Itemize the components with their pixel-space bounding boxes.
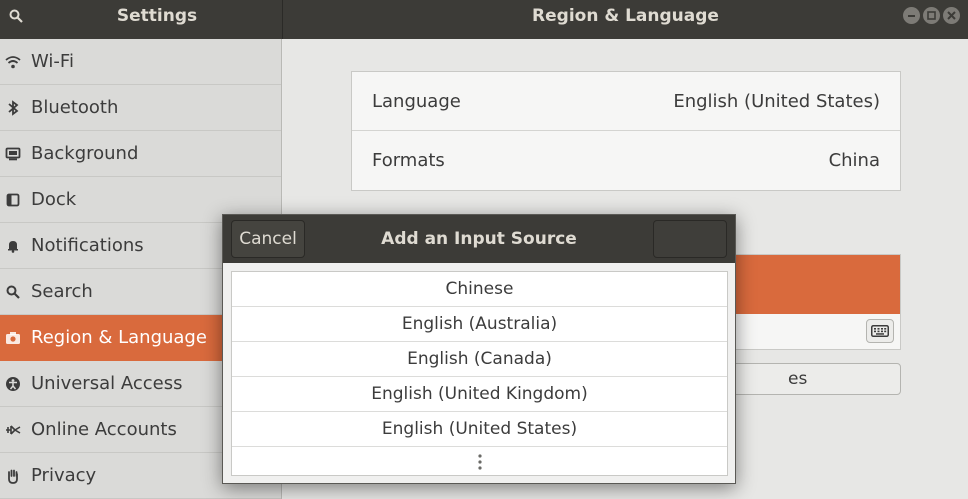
- sidebar-item-label: Region & Language: [31, 327, 207, 348]
- keyboard-layout-button[interactable]: [866, 319, 894, 343]
- maximize-icon: [927, 11, 936, 20]
- background-icon: [0, 147, 26, 161]
- sidebar-item-label: Bluetooth: [31, 97, 119, 118]
- language-formats-frame: Language English (United States) Formats…: [351, 71, 901, 191]
- settings-title: Settings: [116, 6, 198, 26]
- online-accounts-icon: [0, 423, 26, 437]
- language-row[interactable]: Language English (United States): [352, 72, 900, 131]
- sidebar-item-label: Background: [31, 143, 139, 164]
- sidebar-item-bluetooth[interactable]: Bluetooth: [0, 85, 281, 131]
- wifi-icon: [0, 55, 26, 69]
- list-item[interactable]: Chinese: [232, 272, 727, 307]
- add-button[interactable]: [653, 220, 727, 258]
- search-button[interactable]: [0, 0, 32, 32]
- bell-icon: [0, 239, 26, 253]
- sidebar-item-label: Online Accounts: [31, 419, 177, 440]
- hand-icon: [0, 468, 26, 484]
- formats-row[interactable]: Formats China: [352, 131, 900, 190]
- sidebar-item-label: Search: [31, 281, 93, 302]
- sidebar-item-label: Notifications: [31, 235, 144, 256]
- cancel-button[interactable]: Cancel: [231, 220, 305, 258]
- more-row[interactable]: [232, 447, 727, 477]
- sidebar-item-label: Wi-Fi: [31, 51, 74, 72]
- list-item[interactable]: English (Canada): [232, 342, 727, 377]
- dock-icon: [0, 193, 26, 207]
- sidebar-item-label: Dock: [31, 189, 77, 210]
- list-item[interactable]: English (United Kingdom): [232, 377, 727, 412]
- search-icon: [0, 285, 26, 299]
- minimize-icon: [908, 15, 915, 17]
- sidebar-item-label: Privacy: [31, 465, 97, 486]
- language-label: Language: [372, 90, 461, 112]
- more-icon: [477, 454, 482, 470]
- sidebar-item-background[interactable]: Background: [0, 131, 281, 177]
- header-bar: Settings Region & Language: [0, 0, 968, 39]
- language-value: English (United States): [673, 90, 880, 112]
- bluetooth-icon: [0, 99, 26, 116]
- accessibility-icon: [0, 376, 26, 392]
- panel-title: Region & Language: [532, 6, 719, 26]
- sidebar-item-wifi[interactable]: Wi-Fi: [0, 39, 281, 85]
- search-icon: [9, 9, 23, 23]
- add-input-source-dialog: Cancel Add an Input Source Chinese Engli…: [222, 214, 736, 484]
- close-button[interactable]: [943, 7, 960, 24]
- options-button-label: es: [788, 369, 808, 389]
- close-icon: [947, 11, 956, 20]
- formats-value: China: [828, 150, 880, 171]
- minimize-button[interactable]: [903, 7, 920, 24]
- window-controls: [903, 7, 960, 24]
- keyboard-icon: [871, 325, 889, 337]
- sidebar-item-label: Universal Access: [31, 373, 183, 394]
- list-item[interactable]: English (Australia): [232, 307, 727, 342]
- input-source-list: Chinese English (Australia) English (Can…: [231, 271, 728, 476]
- list-item[interactable]: English (United States): [232, 412, 727, 447]
- formats-label: Formats: [372, 150, 445, 171]
- dialog-header: Cancel Add an Input Source: [223, 215, 735, 263]
- sidebar-item-region-language[interactable]: Region & Language: [0, 315, 222, 361]
- camera-icon: [0, 331, 26, 345]
- maximize-button[interactable]: [923, 7, 940, 24]
